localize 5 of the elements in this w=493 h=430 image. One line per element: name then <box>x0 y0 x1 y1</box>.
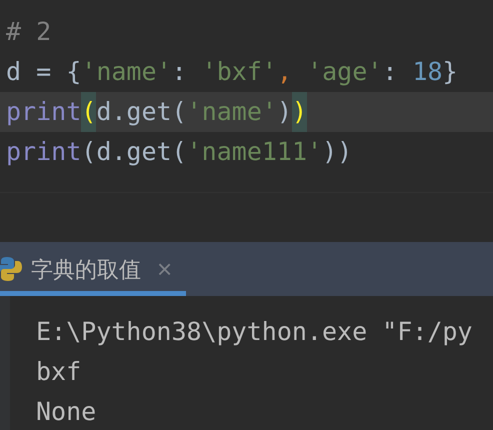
console-output-line: E:\Python38\python.exe "F:/py <box>36 316 472 348</box>
python-logo-icon <box>0 255 23 283</box>
tab-label: 字典的取值 <box>31 256 141 284</box>
console-output-line: None <box>36 396 98 428</box>
console-output-line: bxf <box>36 356 82 388</box>
